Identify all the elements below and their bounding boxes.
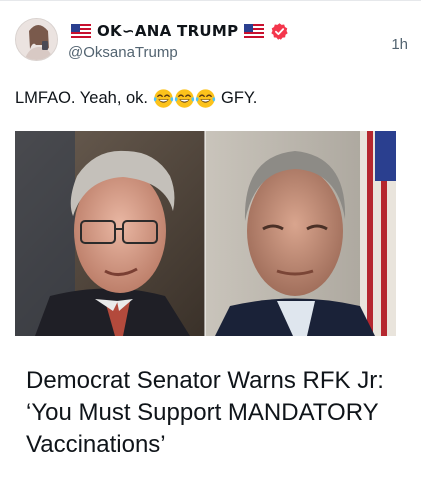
avatar[interactable] [15,18,58,61]
author-block: OK∽ANA TRUMP @OksanaTrump [68,20,368,61]
post-text-end: GFY. [221,89,258,107]
display-name: OK∽ANA TRUMP [97,22,239,40]
face-with-tears-of-joy-icon [174,89,195,108]
emoji-group [153,88,216,109]
face-with-tears-of-joy-icon [195,89,216,108]
article-image[interactable] [15,131,396,336]
us-flag-icon [244,24,265,38]
article-headline[interactable]: Democrat Senator Warns RFK Jr: ‘You Must… [26,365,406,461]
top-divider [0,0,421,1]
us-flag-icon [71,24,91,38]
post-header: OK∽ANA TRUMP @OksanaTrump 1h [15,18,410,74]
post-text-main: LMFAO. Yeah, ok. [15,89,148,107]
display-name-row[interactable]: OK∽ANA TRUMP [68,20,368,42]
post-text: LMFAO. Yeah, ok. GFY. [15,88,410,109]
user-handle[interactable]: @OksanaTrump [68,44,368,61]
post-timestamp[interactable]: 1h [391,36,408,53]
verified-badge-icon [271,22,289,40]
face-with-tears-of-joy-icon [153,89,174,108]
